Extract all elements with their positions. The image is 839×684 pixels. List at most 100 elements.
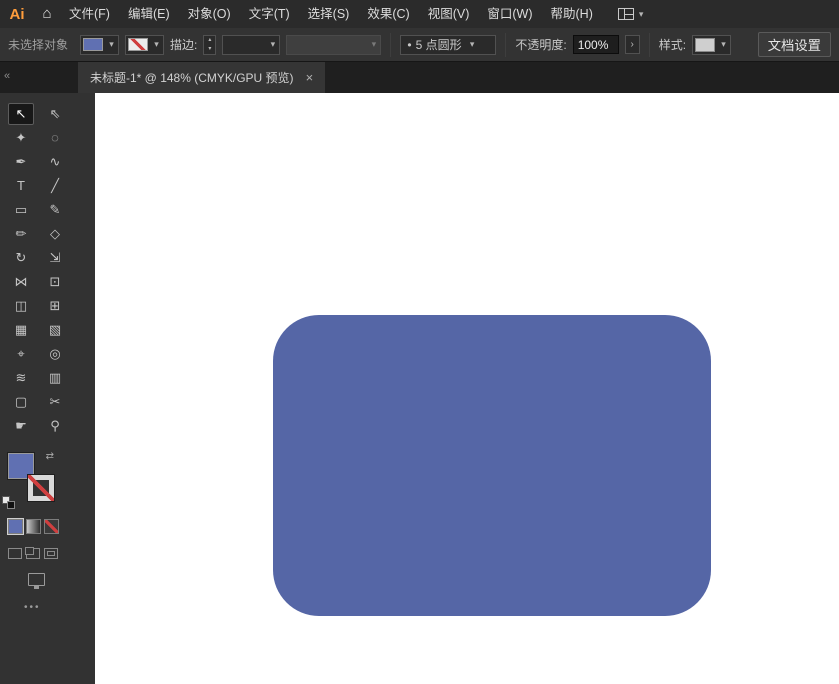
chevron-down-icon: ▾ (639, 9, 644, 20)
none-button[interactable] (44, 519, 59, 534)
document-tab[interactable]: 未标题-1* @ 148% (CMYK/GPU 预览) × (78, 62, 325, 93)
opacity-label: 不透明度: (515, 36, 566, 53)
rounded-rectangle-shape[interactable] (273, 315, 711, 616)
draw-normal-icon[interactable] (8, 548, 22, 559)
screen-mode-icon[interactable] (28, 573, 45, 586)
shaper-tool[interactable]: ✏ (8, 223, 34, 245)
menu-edit[interactable]: 编辑(E) (119, 0, 179, 28)
hand-tool[interactable]: ☛ (8, 415, 34, 437)
close-icon[interactable]: × (306, 70, 314, 85)
menu-effect[interactable]: 效果(C) (358, 0, 418, 28)
menu-object[interactable]: 对象(O) (179, 0, 240, 28)
menu-select[interactable]: 选择(S) (299, 0, 359, 28)
main-menu: 文件(F)编辑(E)对象(O)文字(T)选择(S)效果(C)视图(V)窗口(W)… (60, 0, 602, 28)
chevron-down-icon: ▾ (150, 39, 163, 50)
type-tool[interactable]: T (8, 175, 34, 197)
brush-bullet-icon: • (407, 38, 411, 52)
selection-status: 未选择对象 (8, 36, 68, 53)
scale-tool[interactable]: ⇲ (42, 247, 68, 269)
menu-view[interactable]: 视图(V) (419, 0, 479, 28)
width-tool[interactable]: ⋈ (8, 271, 34, 293)
draw-mode-row (8, 548, 95, 559)
stroke-none-swatch (128, 38, 148, 51)
direct-selection-tool[interactable]: ⇖ (42, 103, 68, 125)
curvature-tool[interactable]: ∿ (42, 151, 68, 173)
control-bar: 未选择对象 ▾ ▾ 描边: ▴ ▾ ▾ ▾ • 5 点圆形 ▾ 不透明度: › … (0, 28, 839, 62)
perspective-grid-tool[interactable]: ⊞ (42, 295, 68, 317)
pen-tool[interactable]: ✒ (8, 151, 34, 173)
slice-tool[interactable]: ✂ (42, 391, 68, 413)
artboard-tool[interactable]: ▢ (8, 391, 34, 413)
color-mode-row (8, 519, 95, 534)
fill-color-dropdown[interactable]: ▾ (80, 35, 119, 55)
brush-definition-dropdown[interactable]: • 5 点圆形 ▾ (400, 35, 496, 55)
gradient-button[interactable] (26, 519, 41, 534)
zoom-tool[interactable]: ⚲ (42, 415, 68, 437)
default-stroke-square (7, 501, 15, 509)
toolbar-collapse-icon[interactable]: « (4, 70, 10, 82)
mesh-tool[interactable]: ▦ (8, 319, 34, 341)
menu-help[interactable]: 帮助(H) (542, 0, 602, 28)
magic-wand-tool[interactable]: ✦ (8, 127, 34, 149)
column-graph-tool[interactable]: ▥ (42, 367, 68, 389)
style-dropdown[interactable]: ▾ (692, 35, 731, 55)
paintbrush-tool[interactable]: ✎ (42, 199, 68, 221)
menu-type[interactable]: 文字(T) (240, 0, 299, 28)
eraser-tool[interactable]: ◇ (42, 223, 68, 245)
divider (649, 33, 650, 57)
chevron-down-icon: ▾ (466, 39, 479, 50)
document-tab-title: 未标题-1* @ 148% (CMYK/GPU 预览) (90, 69, 294, 86)
document-setup-button[interactable]: 文档设置 (758, 32, 831, 57)
swap-fill-stroke-icon[interactable]: ⇄ (46, 451, 54, 462)
rectangle-tool[interactable]: ▭ (8, 199, 34, 221)
chevron-down-icon: ▾ (367, 39, 380, 50)
style-swatch (695, 38, 715, 52)
stepper-up-icon[interactable]: ▴ (204, 36, 215, 45)
stroke-indicator[interactable] (28, 475, 54, 501)
style-label: 样式: (659, 36, 686, 53)
workspace-switcher[interactable]: ▾ (618, 8, 644, 20)
menu-window[interactable]: 窗口(W) (478, 0, 541, 28)
toolbar-more-icon[interactable]: ••• (24, 602, 95, 613)
stroke-weight-stepper[interactable]: ▴ ▾ (203, 35, 216, 55)
line-segment-tool[interactable]: ╱ (42, 175, 68, 197)
stroke-color-dropdown[interactable]: ▾ (125, 35, 164, 55)
workspace-layout-icon (618, 8, 634, 20)
color-button[interactable] (8, 519, 23, 534)
free-transform-tool[interactable]: ⊡ (42, 271, 68, 293)
menu-bar: Ai ⌂ 文件(F)编辑(E)对象(O)文字(T)选择(S)效果(C)视图(V)… (0, 0, 839, 28)
tools-grid: ↖ ⇖ ✦ ◌ ✒ ∿ T ╱ ▭ ✎ ✏ ◇ ↻ ⇲ ⋈ ⊡ ◫ ⊞ ▦ ▧ ⌖ ◎ ≋ ▥ ▢ ✂ ☛ ⚲ (0, 93, 95, 437)
lasso-tool[interactable]: ◌ (42, 127, 68, 149)
selection-tool[interactable]: ↖ (8, 103, 34, 125)
blend-tool[interactable]: ◎ (42, 343, 68, 365)
fill-stroke-widget: ⇄ (8, 453, 54, 501)
default-fill-stroke-icon[interactable] (2, 496, 15, 509)
chevron-down-icon: ▾ (717, 39, 730, 50)
opacity-panel-arrow[interactable]: › (625, 35, 640, 54)
chevron-down-icon: ▾ (105, 39, 118, 50)
stepper-down-icon[interactable]: ▾ (204, 45, 215, 54)
canvas[interactable] (95, 93, 839, 684)
stroke-weight-label: 描边: (170, 36, 197, 53)
divider (390, 33, 391, 57)
main-area: ↖ ⇖ ✦ ◌ ✒ ∿ T ╱ ▭ ✎ ✏ ◇ ↻ ⇲ ⋈ ⊡ ◫ ⊞ ▦ ▧ ⌖ ◎ ≋ ▥ ▢ ✂ ☛ ⚲ ⇄ ••• (0, 93, 839, 684)
variable-width-dropdown: ▾ (286, 35, 381, 55)
opacity-input[interactable] (573, 35, 619, 54)
stroke-weight-dropdown[interactable]: ▾ (222, 35, 280, 55)
app-logo-icon[interactable]: Ai (0, 6, 34, 23)
eyedropper-tool[interactable]: ⌖ (8, 343, 34, 365)
document-tab-bar: « 未标题-1* @ 148% (CMYK/GPU 预览) × (0, 62, 839, 93)
rotate-tool[interactable]: ↻ (8, 247, 34, 269)
draw-behind-icon[interactable] (26, 548, 40, 559)
symbol-sprayer-tool[interactable]: ≋ (8, 367, 34, 389)
chevron-down-icon: ▾ (266, 39, 279, 50)
shape-builder-tool[interactable]: ◫ (8, 295, 34, 317)
menu-file[interactable]: 文件(F) (60, 0, 119, 28)
tools-panel: ↖ ⇖ ✦ ◌ ✒ ∿ T ╱ ▭ ✎ ✏ ◇ ↻ ⇲ ⋈ ⊡ ◫ ⊞ ▦ ▧ ⌖ ◎ ≋ ▥ ▢ ✂ ☛ ⚲ ⇄ ••• (0, 93, 95, 684)
gradient-tool[interactable]: ▧ (42, 319, 68, 341)
brush-definition-value: 5 点圆形 (416, 36, 462, 53)
divider (505, 33, 506, 57)
home-icon[interactable]: ⌂ (34, 0, 60, 28)
fill-color-swatch (83, 38, 103, 51)
draw-inside-icon[interactable] (44, 548, 58, 559)
